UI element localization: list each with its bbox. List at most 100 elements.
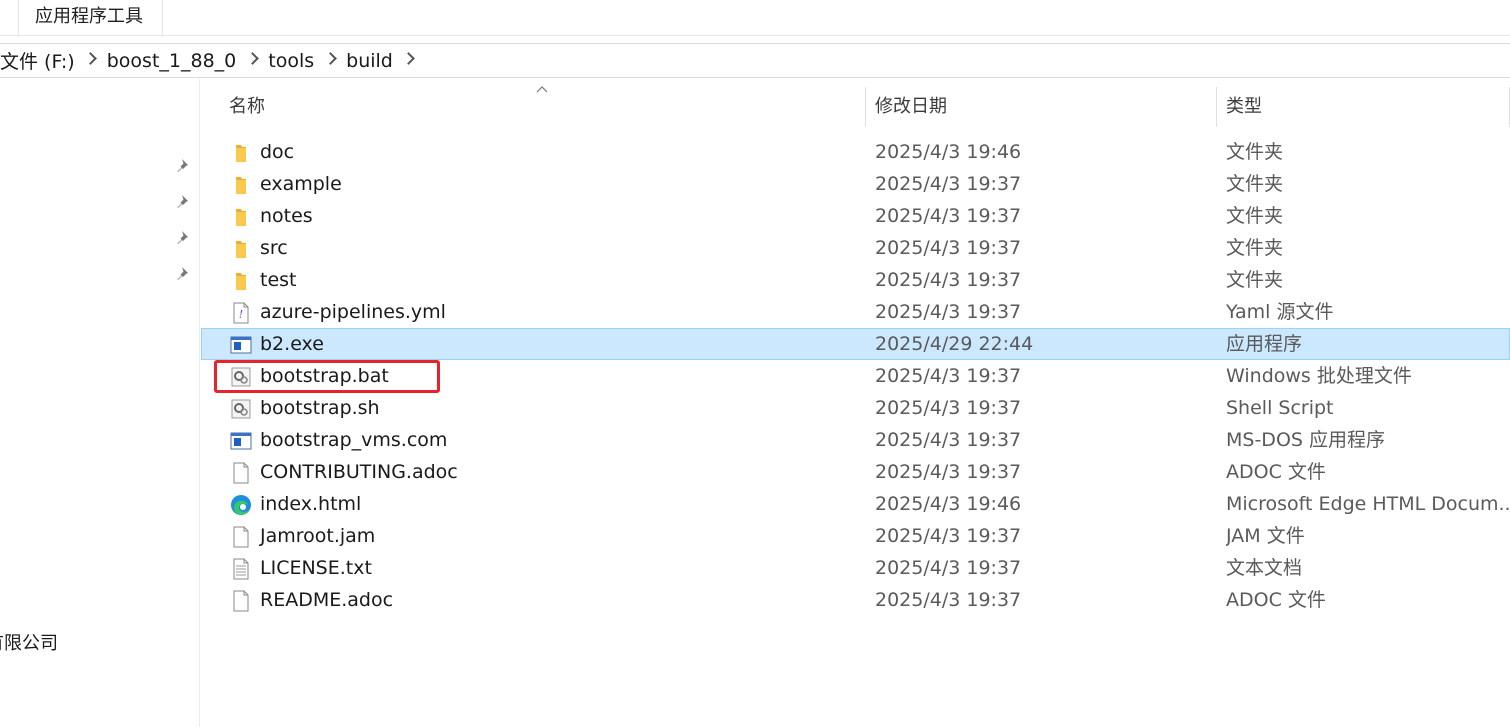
file-modified-date: 2025/4/3 19:37 [875,525,1022,547]
pin-icon[interactable] [175,265,193,283]
ribbon-bar: 应用程序工具 [0,0,1510,36]
file-type: ADOC 文件 [1226,589,1326,611]
exe-app-icon [230,430,252,452]
file-row[interactable]: b2.exe 2025/4/29 22:44 应用程序 [201,328,1510,360]
tab-application-tools[interactable]: 应用程序工具 [18,0,163,36]
column-header-type[interactable]: 类型 [1217,79,1510,127]
file-row[interactable]: bootstrap_vms.com 2025/4/3 19:37 MS-DOS 应用… [201,424,1510,456]
breadcrumb-tools[interactable]: tools [264,50,318,72]
file-type: 文件夹 [1226,205,1284,227]
file-name: b2.exe [260,333,324,355]
address-bar[interactable]: 文件 (F:) boost_1_88_0 tools build [0,43,1510,78]
file-row[interactable]: index.html 2025/4/3 19:46 Microsoft Edge H… [201,488,1510,520]
file-type: Windows 批处理文件 [1226,365,1412,387]
file-name: azure-pipelines.yml [260,301,446,323]
file-name: notes [260,205,313,227]
file-row[interactable]: notes 2025/4/3 19:37 文件夹 [201,200,1510,232]
file-name: doc [260,141,295,163]
file-type: 文件夹 [1226,173,1284,195]
file-name: index.html [260,493,362,515]
file-modified-date: 2025/4/3 19:37 [875,301,1022,323]
column-header-type-label: 类型 [1226,96,1262,117]
file-name: bootstrap_vms.com [260,429,448,451]
file-row[interactable]: doc 2025/4/3 19:46 文件夹 [201,136,1510,168]
file-name: LICENSE.txt [260,557,372,579]
file-type: Microsoft Edge HTML Docum... [1226,493,1510,515]
file-rows: doc 2025/4/3 19:46 文件夹 example 2025/4/3 19:3… [201,136,1510,616]
navigation-pane: 有限公司 [0,79,200,727]
yaml-file-icon: ! [230,302,252,324]
pin-icon[interactable] [175,229,193,247]
file-modified-date: 2025/4/3 19:46 [875,493,1022,515]
file-modified-date: 2025/4/3 19:37 [875,589,1022,611]
file-name: CONTRIBUTING.adoc [260,461,458,483]
pin-icon[interactable] [175,157,193,175]
exe-app-icon [230,334,252,356]
file-type: Shell Script [1226,397,1334,419]
chevron-right-icon[interactable] [240,53,264,69]
chevron-right-icon[interactable] [79,53,103,69]
file-row[interactable]: test 2025/4/3 19:37 文件夹 [201,264,1510,296]
folder-icon [230,206,252,228]
file-type: 文本文档 [1226,557,1303,579]
file-modified-date: 2025/4/3 19:37 [875,429,1022,451]
file-name: Jamroot.jam [260,525,376,547]
column-header-date-label: 修改日期 [875,96,947,117]
file-modified-date: 2025/4/3 19:46 [875,141,1022,163]
folder-icon [230,238,252,260]
file-list: 名称 修改日期 类型 doc 2025/4/3 19:46 文件夹 example 20… [201,79,1510,727]
file-modified-date: 2025/4/29 22:44 [875,333,1034,355]
file-modified-date: 2025/4/3 19:37 [875,365,1022,387]
file-name: bootstrap.sh [260,397,380,419]
column-header-name-label: 名称 [229,96,265,117]
file-modified-date: 2025/4/3 19:37 [875,461,1022,483]
blank-file-icon [230,462,252,484]
folder-icon [230,174,252,196]
folder-icon [230,270,252,292]
file-type: JAM 文件 [1226,525,1305,547]
file-modified-date: 2025/4/3 19:37 [875,557,1022,579]
file-type: Yaml 源文件 [1226,301,1334,323]
blank-file-icon [230,526,252,548]
file-row[interactable]: Jamroot.jam 2025/4/3 19:37 JAM 文件 [201,520,1510,552]
breadcrumb-boost[interactable]: boost_1_88_0 [103,50,241,72]
file-row[interactable]: example 2025/4/3 19:37 文件夹 [201,168,1510,200]
file-modified-date: 2025/4/3 19:37 [875,397,1022,419]
file-type: 文件夹 [1226,141,1284,163]
file-type: 应用程序 [1226,333,1303,355]
file-row[interactable]: CONTRIBUTING.adoc 2025/4/3 19:37 ADOC 文件 [201,456,1510,488]
file-type: MS-DOS 应用程序 [1226,429,1385,451]
column-header-name[interactable]: 名称 [201,79,866,127]
file-row[interactable]: bootstrap.sh 2025/4/3 19:37 Shell Script [201,392,1510,424]
file-row[interactable]: src 2025/4/3 19:37 文件夹 [201,232,1510,264]
gear-script-icon [230,366,252,388]
nav-item-company[interactable]: 有限公司 [0,629,58,655]
edge-browser-icon [230,494,252,516]
column-header-date[interactable]: 修改日期 [866,79,1217,127]
blank-file-icon [230,590,252,612]
breadcrumb-drive[interactable]: 文件 (F:) [0,47,79,74]
file-name: src [260,237,288,259]
file-type: 文件夹 [1226,237,1284,259]
file-name: test [260,269,297,291]
breadcrumb-build[interactable]: build [342,50,397,72]
gear-script-icon [230,398,252,420]
file-modified-date: 2025/4/3 19:37 [875,237,1022,259]
folder-icon [230,142,252,164]
chevron-right-icon[interactable] [397,53,421,69]
file-name: bootstrap.bat [260,365,389,387]
file-type: ADOC 文件 [1226,461,1326,483]
file-row[interactable]: README.adoc 2025/4/3 19:37 ADOC 文件 [201,584,1510,616]
file-row[interactable]: LICENSE.txt 2025/4/3 19:37 文本文档 [201,552,1510,584]
pin-icon[interactable] [175,193,193,211]
file-modified-date: 2025/4/3 19:37 [875,269,1022,291]
file-type: 文件夹 [1226,269,1284,291]
file-row[interactable]: ! azure-pipelines.yml 2025/4/3 19:37 Yaml 源… [201,296,1510,328]
file-modified-date: 2025/4/3 19:37 [875,205,1022,227]
text-file-icon [230,558,252,580]
file-row[interactable]: bootstrap.bat 2025/4/3 19:37 Windows 批处理文件 [201,360,1510,392]
file-name: example [260,173,342,195]
chevron-right-icon[interactable] [318,53,342,69]
file-modified-date: 2025/4/3 19:37 [875,173,1022,195]
svg-text:!: ! [239,308,243,321]
